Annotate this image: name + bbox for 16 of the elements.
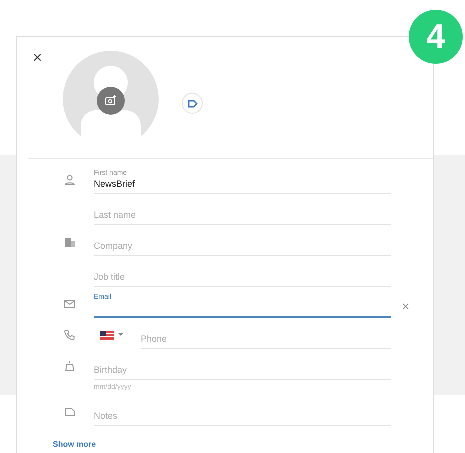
person-icon bbox=[64, 174, 76, 186]
phone-icon bbox=[64, 329, 76, 341]
caret-icon bbox=[118, 333, 124, 337]
mail-icon bbox=[64, 298, 76, 310]
label-button[interactable] bbox=[182, 93, 203, 114]
close-button[interactable]: × bbox=[31, 51, 44, 67]
flag-icon bbox=[100, 330, 114, 340]
step-badge: 4 bbox=[409, 10, 463, 64]
camera-icon bbox=[105, 95, 117, 107]
show-more-link[interactable]: Show more bbox=[53, 440, 96, 449]
clear-button[interactable]: × bbox=[402, 300, 410, 313]
label-icon bbox=[188, 100, 198, 108]
note-icon bbox=[64, 406, 76, 418]
cake-icon bbox=[64, 360, 76, 372]
input-field[interactable]: NewsBrief bbox=[94, 178, 391, 194]
building-icon bbox=[64, 236, 76, 248]
